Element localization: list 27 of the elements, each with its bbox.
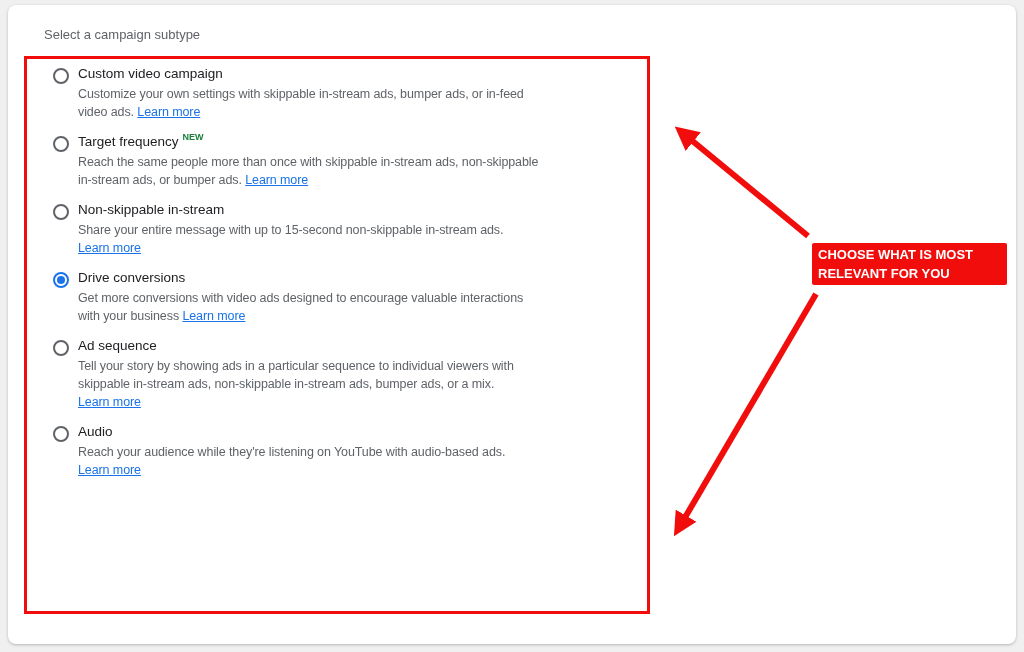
radio-button[interactable] [53, 68, 69, 84]
option-label: Ad sequence [78, 338, 157, 353]
option-description: Reach your audience while they're listening on YouTube with audio-based ads. Learn more [78, 444, 507, 479]
option-label: Drive conversions [78, 270, 186, 285]
option-description: Get more conversions with video ads designed to encourage valuable interactions with your business Learn more [78, 290, 525, 325]
learn-more-link[interactable]: Learn more [78, 241, 141, 255]
option-label: Custom video campaign [78, 66, 223, 81]
radio-button[interactable] [53, 426, 69, 442]
learn-more-link[interactable]: Learn more [182, 309, 246, 323]
learn-more-link[interactable]: Learn more [245, 173, 309, 187]
radio-button[interactable] [53, 204, 69, 220]
annotation-label: CHOOSE WHAT IS MOST RELEVANT FOR YOU [812, 243, 1007, 285]
learn-more-link[interactable]: Learn more [78, 395, 141, 409]
learn-more-link[interactable]: Learn more [78, 463, 141, 477]
option-label: Non-skippable in-stream [78, 202, 225, 217]
section-heading: Select a campaign subtype [44, 27, 202, 42]
option-description: Reach the same people more than once with skippable in-stream ads, non-skippable in-stream ads, or bumper ads. Learn more [78, 154, 540, 189]
new-tag-text: NEW [182, 132, 204, 142]
learn-more-link[interactable]: Learn more [137, 105, 201, 119]
option-description: Tell your story by showing ads in a particular sequence to individual viewers with skippable in-stream ads, non-skippable in-stream ads, bumper ads, or a mix. Learn more [78, 358, 515, 411]
option-description: Customize your own settings with skippable in-stream ads, bumper ads, or in-feed video ads. Learn more [78, 86, 525, 121]
option-description: Share your entire message with up to 15-second non-skippable in-stream ads. Learn more [78, 222, 505, 257]
option-label: Target frequency [78, 134, 179, 149]
radio-button[interactable] [53, 340, 69, 356]
radio-button[interactable] [53, 272, 69, 288]
option-label: Audio [78, 424, 113, 439]
radio-button[interactable] [53, 136, 69, 152]
